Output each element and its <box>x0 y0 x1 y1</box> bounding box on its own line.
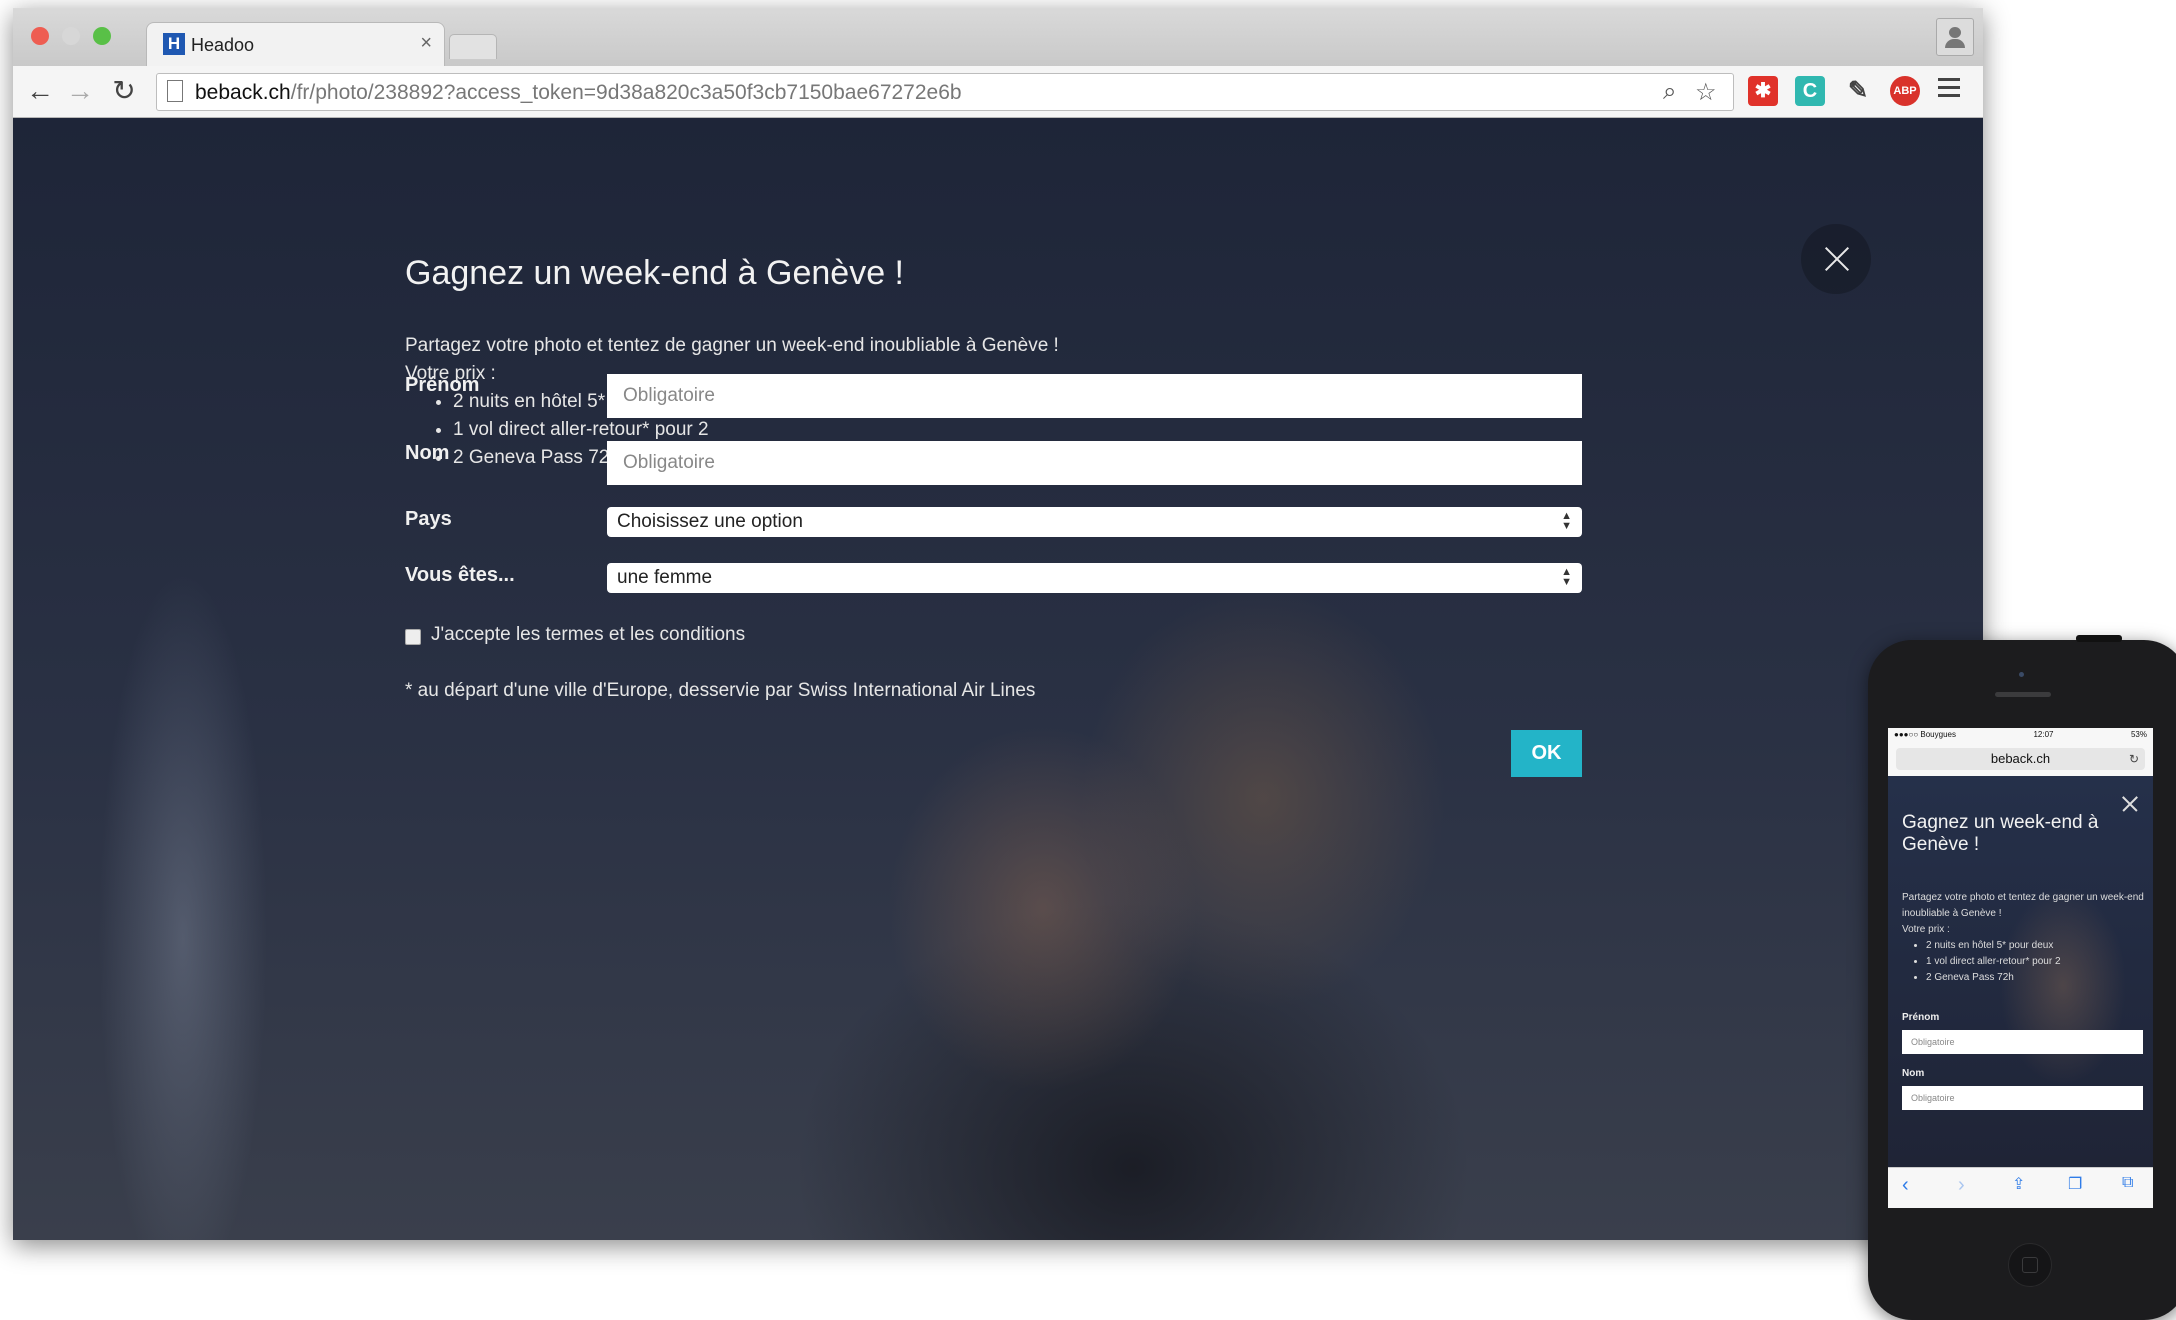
phone-forward-icon[interactable]: › <box>1958 1174 1965 1197</box>
phone-prize-list: 2 nuits en hôtel 5* pour deux 1 vol dire… <box>1902 938 2147 986</box>
phone-intro-line-2: Votre prix : <box>1902 924 1950 935</box>
phone-reload-icon[interactable]: ↻ <box>2129 748 2139 770</box>
reload-icon[interactable]: ↻ <box>109 76 139 106</box>
profile-icon[interactable] <box>1936 18 1974 56</box>
phone-bottom-toolbar: ‹ › ⇪ ❐ ⧉ <box>1888 1167 2153 1208</box>
page-title: Gagnez un week-end à Genève ! <box>405 254 904 292</box>
browser-window: H Headoo × ← → ↻ beback.ch/fr/photo/2388… <box>13 8 1983 1240</box>
phone-prize-item: 2 Geneva Pass 72h <box>1926 970 2147 986</box>
phone-device: ●●●○○ Bouygues 12:07 53% beback.ch ↻ Gag… <box>1868 635 2176 1320</box>
tab-close-icon[interactable]: × <box>420 32 432 55</box>
new-tab-button[interactable] <box>449 34 497 59</box>
prenom-input[interactable] <box>607 374 1582 418</box>
terms-checkbox[interactable] <box>405 629 421 645</box>
phone-bookmarks-icon[interactable]: ❐ <box>2068 1174 2082 1194</box>
phone-prenom-label: Prénom <box>1902 1012 1940 1023</box>
phone-url-text: beback.ch <box>1990 751 2051 766</box>
phone-url-field[interactable]: beback.ch ↻ <box>1896 748 2145 770</box>
select-arrows-icon: ▲ ▼ <box>1561 510 1572 532</box>
select-arrows-icon: ▲ ▼ <box>1561 566 1572 588</box>
sexe-label: Vous êtes... <box>405 564 515 586</box>
minimize-window-button[interactable] <box>62 27 80 45</box>
phone-prize-item: 1 vol direct aller-retour* pour 2 <box>1926 954 2147 970</box>
phone-close-icon[interactable] <box>2120 794 2140 814</box>
phone-page-title: Gagnez un week-end à Genève ! <box>1902 812 2099 855</box>
ok-button[interactable]: OK <box>1511 730 1582 777</box>
title-bar: H Headoo × <box>13 8 1983 67</box>
prize-item: 1 vol direct aller-retour* pour 2 <box>453 416 1305 444</box>
phone-status-bar: ●●●○○ Bouygues 12:07 53% <box>1888 728 2153 744</box>
phone-nom-label: Nom <box>1902 1068 1925 1079</box>
nom-label: Nom <box>405 442 450 464</box>
camera-icon <box>2019 672 2024 677</box>
nom-input[interactable] <box>607 441 1582 485</box>
pays-select-value: Choisissez une option <box>617 511 803 532</box>
headoo-favicon-icon: H <box>163 33 185 55</box>
phone-url-bar: beback.ch ↻ <box>1888 744 2153 777</box>
tab-title: Headoo <box>191 35 255 55</box>
phone-tabs-icon[interactable]: ⧉ <box>2122 1174 2133 1192</box>
phone-page-content: Gagnez un week-end à Genève ! Partagez v… <box>1888 776 2153 1168</box>
time-text: 12:07 <box>2033 730 2054 739</box>
bookmark-star-icon[interactable]: ☆ <box>1695 78 1717 107</box>
adblock-icon[interactable]: ABP <box>1890 76 1920 106</box>
phone-screen: ●●●○○ Bouygues 12:07 53% beback.ch ↻ Gag… <box>1888 728 2153 1208</box>
url-domain: beback.ch <box>195 81 291 104</box>
sexe-select[interactable]: une femme ▲ ▼ <box>607 563 1582 593</box>
search-icon[interactable]: ⌕ <box>1663 78 1676 106</box>
extension-asterisk-icon[interactable]: ✱ <box>1748 76 1778 106</box>
url-text: beback.ch/fr/photo/238892?access_token=9… <box>195 81 962 105</box>
page-icon <box>167 80 183 102</box>
address-bar[interactable]: beback.ch/fr/photo/238892?access_token=9… <box>156 73 1734 111</box>
phone-intro-line-1: Partagez votre photo et tentez de gagner… <box>1902 892 2144 919</box>
browser-tab[interactable]: H Headoo × <box>146 22 445 67</box>
phone-prize-item: 2 nuits en hôtel 5* pour deux <box>1926 938 2147 954</box>
terms-label[interactable]: J'accepte les termes et les conditions <box>431 624 745 646</box>
extension-c-icon[interactable]: C <box>1795 76 1825 106</box>
page-content: Gagnez un week-end à Genève ! Partagez v… <box>13 118 1983 1240</box>
power-button <box>2076 635 2122 642</box>
browser-toolbar: ← → ↻ beback.ch/fr/photo/238892?access_t… <box>13 66 1983 118</box>
back-arrow-icon[interactable]: ← <box>25 76 55 106</box>
menu-icon[interactable] <box>1938 78 1960 102</box>
home-button[interactable] <box>2008 1243 2052 1287</box>
pays-select[interactable]: Choisissez une option ▲ ▼ <box>607 507 1582 537</box>
close-icon[interactable] <box>1801 224 1871 294</box>
battery-text: 53% <box>2130 730 2147 739</box>
phone-nom-input[interactable]: Obligatoire <box>1902 1086 2143 1110</box>
prenom-label: Prénom <box>405 374 480 396</box>
sexe-select-value: une femme <box>617 567 713 588</box>
footnote: * au départ d'une ville d'Europe, desser… <box>405 680 1036 701</box>
phone-share-icon[interactable]: ⇪ <box>2012 1174 2025 1194</box>
phone-intro-text: Partagez votre photo et tentez de gagner… <box>1902 890 2147 986</box>
phone-prenom-input[interactable]: Obligatoire <box>1902 1030 2143 1054</box>
phone-back-icon[interactable]: ‹ <box>1902 1174 1909 1197</box>
intro-line-1: Partagez votre photo et tentez de gagner… <box>405 335 1059 356</box>
maximize-window-button[interactable] <box>93 27 111 45</box>
carrier-text: ●●●○○ Bouygues <box>1894 730 1956 739</box>
url-path: /fr/photo/238892?access_token=9d38a820c3… <box>290 81 962 104</box>
eyedropper-icon[interactable]: ✎ <box>1843 76 1873 106</box>
close-window-button[interactable] <box>31 27 49 45</box>
forward-arrow-icon[interactable]: → <box>65 76 95 106</box>
pays-label: Pays <box>405 508 452 530</box>
speaker-grille <box>1995 692 2051 697</box>
